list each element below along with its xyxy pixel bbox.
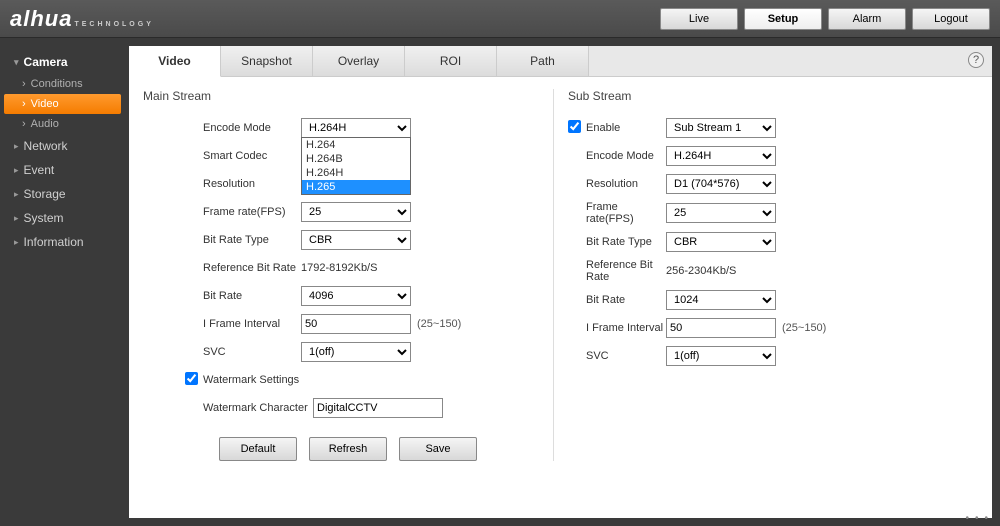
- sidebar-item-camera[interactable]: Camera: [0, 50, 125, 74]
- watermark-char-input[interactable]: [313, 398, 443, 418]
- nav-setup-button[interactable]: Setup: [744, 8, 822, 30]
- bitrate-type-label: Bit Rate Type: [203, 234, 301, 246]
- bitrate-type-select[interactable]: CBR: [301, 230, 411, 250]
- sub-stream-title: Sub Stream: [568, 89, 978, 103]
- watermark-checkbox[interactable]: [185, 372, 198, 385]
- fps-label: Frame rate(FPS): [203, 206, 301, 218]
- ref-bitrate-label: Reference Bit Rate: [203, 262, 301, 274]
- sidebar-item-conditions[interactable]: Conditions: [0, 74, 125, 94]
- ref-bitrate-value: 1792-8192Kb/S: [301, 262, 377, 274]
- tab-bar: Video Snapshot Overlay ROI Path: [129, 46, 992, 77]
- tab-video[interactable]: Video: [129, 46, 221, 77]
- encode-mode-label: Encode Mode: [203, 122, 301, 134]
- logo-subtext: TECHNOLOGY: [74, 21, 153, 28]
- svc-select[interactable]: 1(off): [301, 342, 411, 362]
- iframe-label: I Frame Interval: [203, 318, 301, 330]
- iframe-hint: (25~150): [417, 318, 461, 330]
- main-stream-title: Main Stream: [143, 89, 553, 103]
- watermark-char-label: Watermark Character: [203, 402, 313, 414]
- nav-logout-button[interactable]: Logout: [912, 8, 990, 30]
- svc-label: SVC: [203, 346, 301, 358]
- main-stream-section: Main Stream Encode Mode H.264H H.264 H.2…: [143, 89, 553, 461]
- encode-mode-select[interactable]: H.264H: [301, 118, 411, 138]
- nav-alarm-button[interactable]: Alarm: [828, 8, 906, 30]
- sidebar: Camera Conditions Video Audio Network Ev…: [0, 38, 125, 526]
- bitrate-select[interactable]: 4096: [301, 286, 411, 306]
- sub-bitrate-select[interactable]: 1024: [666, 290, 776, 310]
- tab-roi[interactable]: ROI: [405, 46, 497, 76]
- footer-dots-icon: •••: [965, 513, 994, 524]
- iframe-input[interactable]: [301, 314, 411, 334]
- substream-enable-select[interactable]: Sub Stream 1: [666, 118, 776, 138]
- fps-select[interactable]: 25: [301, 202, 411, 222]
- sub-encode-mode-label: Encode Mode: [586, 150, 666, 162]
- sub-bitrate-type-label: Bit Rate Type: [586, 236, 666, 248]
- tab-snapshot[interactable]: Snapshot: [221, 46, 313, 76]
- sidebar-item-storage[interactable]: Storage: [0, 182, 125, 206]
- content-panel: Video Snapshot Overlay ROI Path ? Main S…: [129, 46, 992, 518]
- sub-resolution-select[interactable]: D1 (704*576): [666, 174, 776, 194]
- help-icon[interactable]: ?: [968, 52, 984, 68]
- sidebar-item-audio[interactable]: Audio: [0, 114, 125, 134]
- sidebar-item-information[interactable]: Information: [0, 230, 125, 254]
- substream-enable-label: Enable: [586, 122, 666, 134]
- sub-bitrate-type-select[interactable]: CBR: [666, 232, 776, 252]
- encode-opt-h264b[interactable]: H.264B: [302, 152, 410, 166]
- encode-opt-h265[interactable]: H.265: [302, 180, 410, 194]
- encode-mode-dropdown[interactable]: H.264 H.264B H.264H H.265: [301, 137, 411, 195]
- sidebar-item-event[interactable]: Event: [0, 158, 125, 182]
- sub-bitrate-label: Bit Rate: [586, 294, 666, 306]
- bitrate-label: Bit Rate: [203, 290, 301, 302]
- sub-svc-select[interactable]: 1(off): [666, 346, 776, 366]
- tab-path[interactable]: Path: [497, 46, 589, 76]
- encode-opt-h264h[interactable]: H.264H: [302, 166, 410, 180]
- sidebar-item-system[interactable]: System: [0, 206, 125, 230]
- substream-enable-checkbox[interactable]: [568, 120, 581, 133]
- sub-ref-bitrate-value: 256-2304Kb/S: [666, 265, 736, 277]
- logo: alhua TECHNOLOGY: [10, 6, 154, 32]
- tab-overlay[interactable]: Overlay: [313, 46, 405, 76]
- sidebar-item-network[interactable]: Network: [0, 134, 125, 158]
- sub-svc-label: SVC: [586, 350, 666, 362]
- logo-text: alhua: [10, 6, 72, 32]
- encode-opt-h264[interactable]: H.264: [302, 138, 410, 152]
- sub-encode-mode-select[interactable]: H.264H: [666, 146, 776, 166]
- sub-fps-label: Frame rate(FPS): [586, 201, 666, 225]
- watermark-label: Watermark Settings: [203, 374, 299, 386]
- sub-ref-bitrate-label: Reference Bit Rate: [586, 259, 666, 283]
- refresh-button[interactable]: Refresh: [309, 437, 387, 461]
- header-bar: alhua TECHNOLOGY Live Setup Alarm Logout: [0, 0, 1000, 38]
- sub-fps-select[interactable]: 25: [666, 203, 776, 223]
- default-button[interactable]: Default: [219, 437, 297, 461]
- sub-iframe-hint: (25~150): [782, 322, 826, 334]
- sub-stream-section: Sub Stream Enable Sub Stream 1 Encode Mo…: [553, 89, 978, 461]
- save-button[interactable]: Save: [399, 437, 477, 461]
- resolution-label: Resolution: [203, 178, 301, 190]
- smart-codec-label: Smart Codec: [203, 150, 301, 162]
- sub-iframe-input[interactable]: [666, 318, 776, 338]
- nav-live-button[interactable]: Live: [660, 8, 738, 30]
- sub-resolution-label: Resolution: [586, 178, 666, 190]
- sidebar-item-video[interactable]: Video: [4, 94, 121, 114]
- sub-iframe-label: I Frame Interval: [586, 322, 666, 334]
